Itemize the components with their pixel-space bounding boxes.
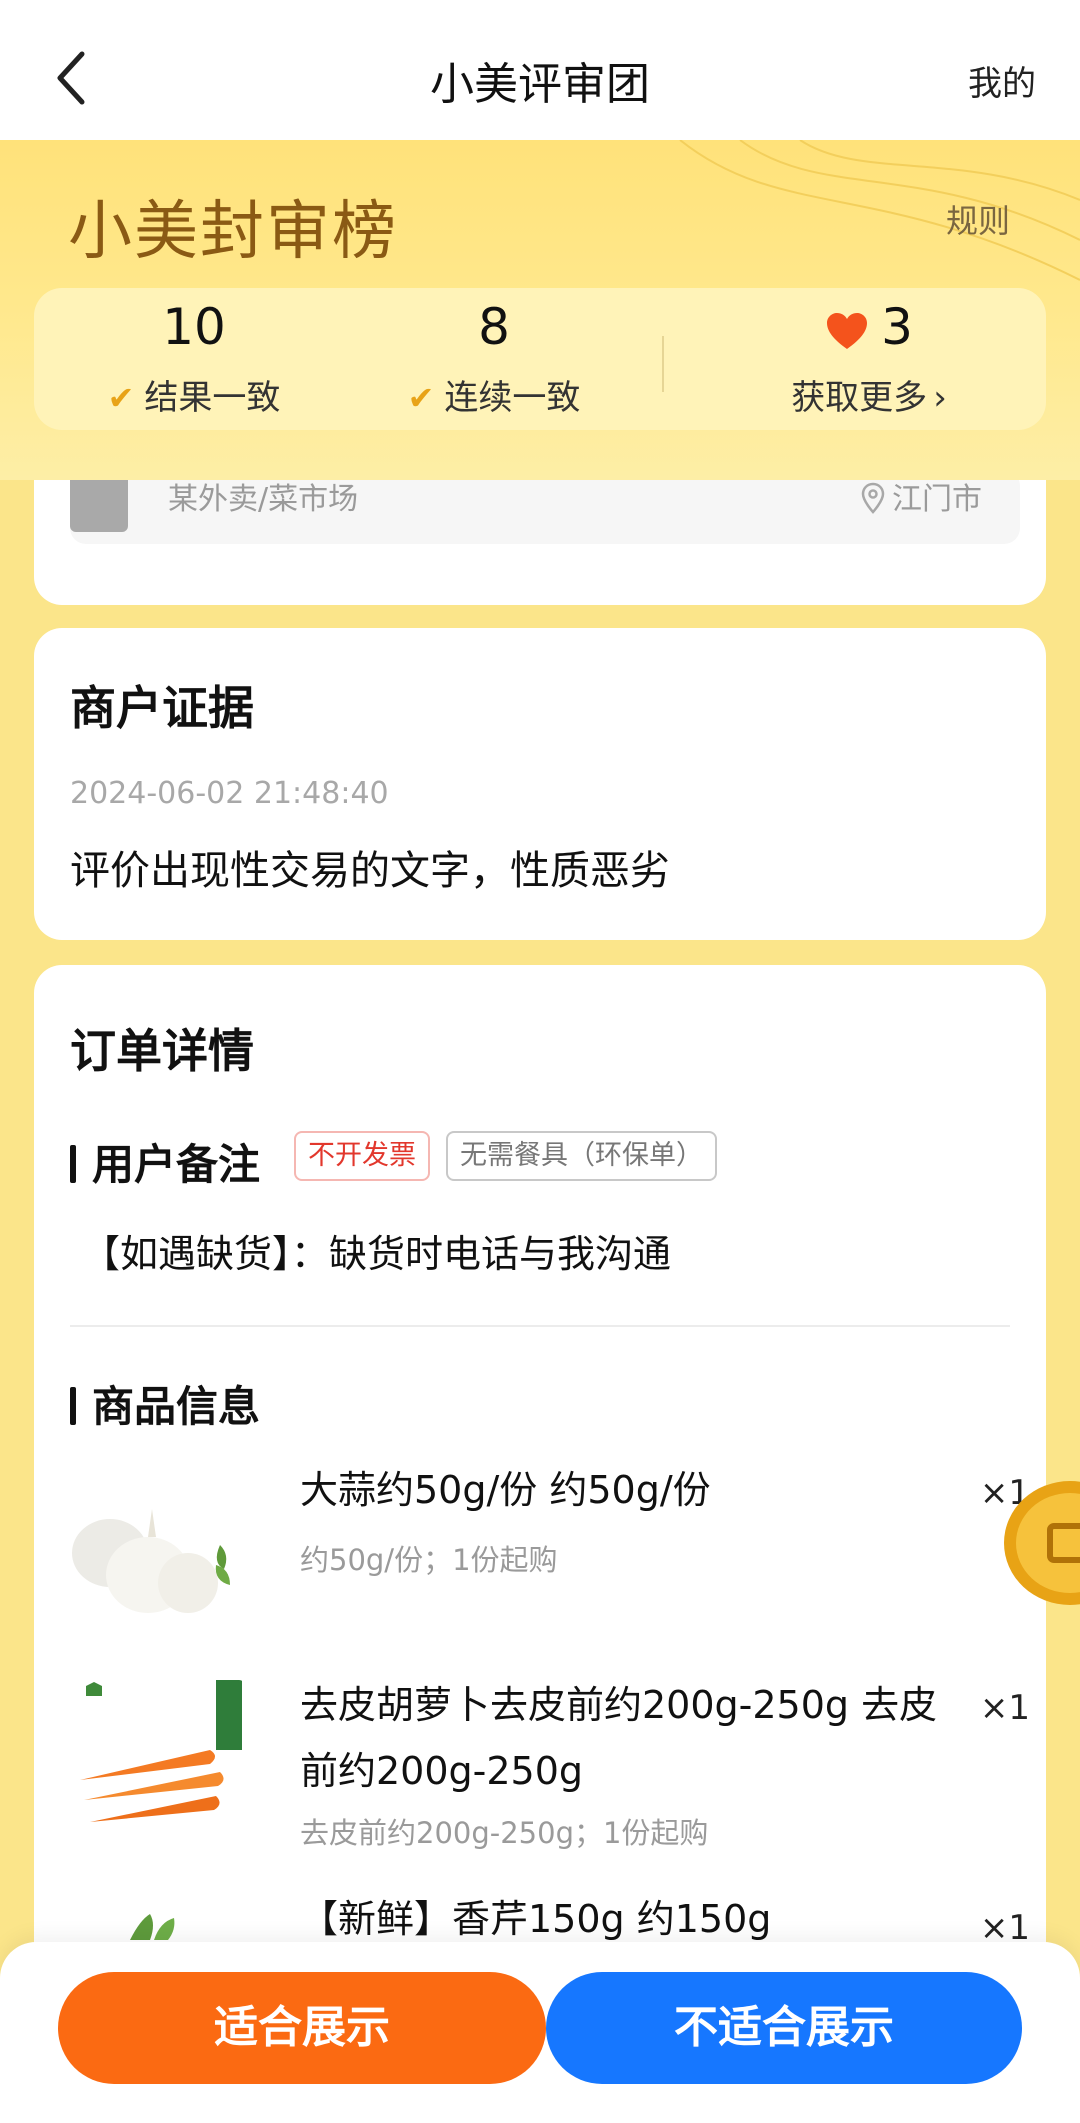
- page-title: 小美评审团: [430, 59, 650, 110]
- user-remark-heading: 用户备注: [70, 1131, 260, 1192]
- stat-label: 结果一致: [144, 378, 281, 418]
- heading-text: 用户备注: [92, 1140, 261, 1189]
- remark-text: 【如遇缺货】：缺货时电话与我沟通: [82, 1232, 672, 1276]
- stat-value: 8: [478, 298, 510, 356]
- stats-divider: [662, 336, 664, 392]
- stat-consistent-results: 10 ✔ 结果一致: [64, 288, 324, 430]
- stat-value: 3: [881, 298, 913, 356]
- stat-value: 10: [162, 298, 226, 356]
- rules-link[interactable]: 规则: [946, 196, 1010, 242]
- product-name: 大蒜约50g/份 约50g/份: [300, 1468, 711, 1512]
- garlic-image: [70, 1465, 245, 1640]
- top-nav-bar: 小美评审团 我的: [0, 0, 1080, 140]
- stat-label: 获取更多: [791, 378, 928, 418]
- header-banner: 小美封审榜 规则 10 ✔ 结果一致 8 ✔ 连续一致 3 获取更多 ›: [0, 140, 1080, 480]
- product-spec: 约50g/份；1份起购: [300, 1543, 558, 1577]
- section-marker: [70, 1387, 76, 1425]
- heading-text: 商品信息: [92, 1382, 261, 1431]
- brand-title: 小美封审榜: [68, 195, 398, 269]
- check-icon: ✔: [107, 379, 135, 417]
- tag-no-cutlery: 无需餐具（环保单）: [446, 1131, 717, 1181]
- store-thumbnail: [70, 474, 128, 532]
- bottom-action-bar: 适合展示 不适合展示: [0, 1942, 1080, 2123]
- product-quantity: ×1: [979, 1688, 1030, 1728]
- unsuitable-button[interactable]: 不适合展示: [546, 1972, 1022, 2084]
- carrot-image: [70, 1680, 245, 1855]
- stats-card: 10 ✔ 结果一致 8 ✔ 连续一致 3 获取更多 ›: [34, 288, 1046, 430]
- section-title: 商户证据: [70, 681, 254, 735]
- suitable-button[interactable]: 适合展示: [58, 1972, 546, 2084]
- double-check-icon: ✔: [407, 379, 435, 417]
- goods-info-heading: 商品信息: [70, 1373, 260, 1434]
- heart-icon: [827, 312, 868, 349]
- stat-get-more[interactable]: 3 获取更多 ›: [724, 288, 1014, 430]
- mine-link[interactable]: 我的: [968, 56, 1036, 105]
- tag-no-invoice: 不开发票: [294, 1131, 430, 1181]
- product-spec: 去皮前约200g-250g；1份起购: [300, 1816, 709, 1850]
- evidence-text: 评价出现性交易的文字，性质恶劣: [70, 848, 670, 894]
- store-location-text: 江门市: [892, 482, 982, 517]
- stat-label: 连续一致: [444, 378, 581, 418]
- section-title: 订单详情: [70, 1024, 254, 1078]
- product-name: 去皮胡萝卜去皮前约200g-250g 去皮前约200g-250g: [300, 1683, 938, 1793]
- coin-icon[interactable]: [1000, 1478, 1080, 1608]
- merchant-evidence-card: 商户证据 2024-06-02 21:48:40 评价出现性交易的文字，性质恶劣: [34, 628, 1046, 940]
- store-location: 江门市: [860, 474, 982, 518]
- section-marker: [70, 1145, 76, 1183]
- chevron-right-icon: ›: [933, 378, 947, 418]
- evidence-timestamp: 2024-06-02 21:48:40: [70, 776, 389, 811]
- location-pin-icon: [861, 482, 885, 514]
- stat-consecutive: 8 ✔ 连续一致: [364, 288, 624, 430]
- divider: [70, 1325, 1010, 1327]
- store-name: 某外卖/菜市场: [168, 482, 359, 517]
